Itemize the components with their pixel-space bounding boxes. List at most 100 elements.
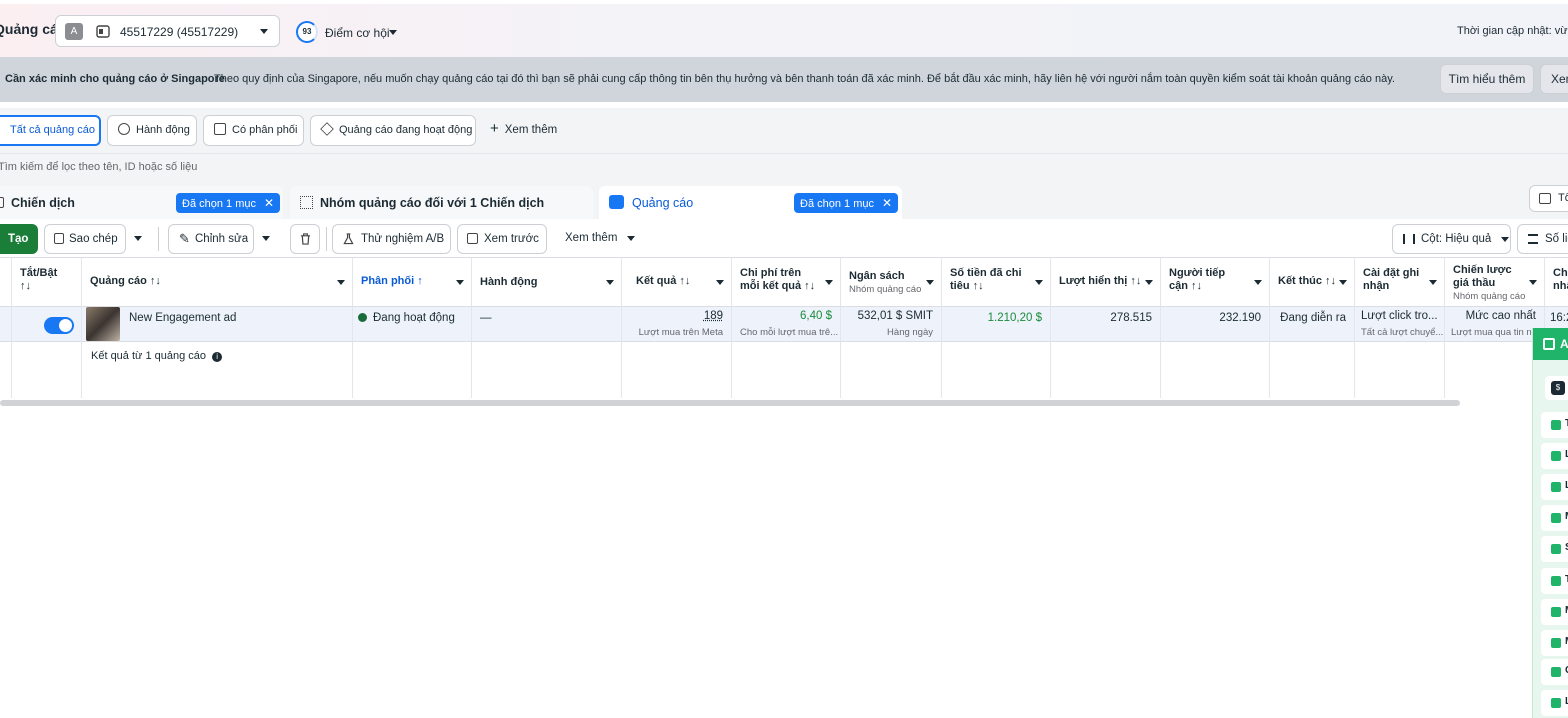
ab-test-button[interactable]: Thử nghiệm A/B — [332, 224, 451, 254]
cost-per-result-cell: 6,40 $ Cho mỗi lượt mua trê... — [732, 307, 841, 342]
preview-button[interactable]: Xem trước — [457, 224, 547, 254]
columns-button[interactable]: Cột: Hiệu quả — [1392, 224, 1511, 254]
select-all-header[interactable] — [0, 258, 12, 307]
side-panel-item[interactable]: C — [1541, 659, 1568, 685]
close-icon[interactable]: ✕ — [264, 196, 274, 210]
column-header-label: Phân phối ↑ — [361, 275, 423, 287]
chevron-down-icon[interactable] — [1429, 280, 1437, 285]
side-panel-header[interactable]: A — [1533, 328, 1568, 360]
side-panel-title: A — [1560, 337, 1568, 351]
filter-all-ads[interactable]: Tất cả quảng cáo — [0, 115, 101, 146]
column-header-budget[interactable]: Ngân sách Nhóm quảng cáo — [841, 258, 942, 307]
tab-ads[interactable]: Quảng cáo Đã chọn 1 mục ✕ — [599, 186, 902, 219]
more-actions-button[interactable]: Xem thêm — [565, 224, 635, 254]
horizontal-scrollbar[interactable] — [0, 400, 1460, 406]
column-header-ends[interactable]: Kết thúc ↑↓ — [1270, 258, 1355, 307]
column-header-reach[interactable]: Người tiếp cận ↑↓ — [1161, 258, 1270, 307]
column-header-toggle[interactable]: Tắt/Bật ↑↓ — [12, 258, 82, 307]
toggle-knob — [59, 319, 72, 332]
column-header-next[interactable]: Chi nhật — [1545, 258, 1568, 307]
side-panel-item[interactable]: S — [1541, 536, 1568, 562]
money-icon — [1551, 544, 1561, 554]
duplicate-button[interactable]: Sao chép — [44, 224, 126, 254]
overview-button[interactable]: Tổng quan — [1529, 185, 1568, 229]
ad-name[interactable]: New Engagement ad — [129, 312, 236, 324]
row-toggle-cell — [12, 307, 82, 342]
edit-label: Chỉnh sửa — [195, 233, 249, 245]
table-icon — [1539, 193, 1551, 204]
delete-button[interactable] — [290, 224, 320, 254]
filter-delivering[interactable]: Có phân phối — [203, 115, 304, 146]
column-header-cost-per-result[interactable]: Chi phí trên mỗi kết quả ↑↓ — [732, 258, 841, 307]
side-panel-currency[interactable]: $ — [1545, 376, 1568, 400]
view-button[interactable]: Xem — [1540, 64, 1568, 94]
edit-button[interactable]: ✎ Chỉnh sửa — [168, 224, 254, 254]
side-panel-item[interactable]: M — [1541, 505, 1568, 531]
ad-icon — [609, 195, 624, 209]
actions-value: — — [480, 312, 492, 324]
chevron-down-icon[interactable] — [1145, 280, 1153, 285]
column-header-results[interactable]: Kết quả ↑↓ — [622, 258, 732, 307]
chevron-down-icon[interactable] — [825, 280, 833, 285]
ends-value: Đang diễn ra — [1280, 312, 1346, 324]
side-panel-item[interactable]: L — [1541, 443, 1568, 469]
search-input[interactable]: Tìm kiếm để lọc theo tên, ID hoặc số liệ… — [0, 161, 197, 173]
filter-see-more[interactable]: + Xem thêm — [490, 115, 557, 145]
edit-dropdown[interactable] — [262, 224, 276, 254]
row-checkbox[interactable] — [0, 307, 12, 342]
column-header-ad[interactable]: Quảng cáo ↑↓ — [82, 258, 353, 307]
filter-active-ads[interactable]: Quảng cáo đang hoạt động — [310, 115, 476, 146]
filter-actions[interactable]: Hành động — [107, 115, 197, 146]
tab-campaigns[interactable]: Chiến dịch Đã chọn 1 mục ✕ — [0, 186, 283, 219]
opportunity-score-label: Điểm cơ hội — [325, 26, 390, 40]
side-panel: A $ T L L M S T M M C L — [1532, 328, 1568, 718]
chevron-down-icon[interactable] — [1339, 280, 1347, 285]
search-bar[interactable]: Tìm kiếm để lọc theo tên, ID hoặc số liệ… — [0, 153, 1568, 181]
more-actions-label: Xem thêm — [565, 232, 618, 244]
learn-more-button[interactable]: Tìm hiểu thêm — [1440, 64, 1534, 94]
tab-adsets[interactable]: Nhóm quảng cáo đối với 1 Chiến dịch — [290, 186, 593, 219]
filter-label: Hành động — [136, 124, 190, 136]
column-header-amount-spent[interactable]: Số tiền đã chi tiêu ↑↓ — [942, 258, 1051, 307]
side-panel-item[interactable]: M — [1541, 630, 1568, 656]
cost-per-result-value: 6,40 $ — [800, 310, 832, 322]
ad-status-toggle[interactable] — [44, 317, 74, 334]
tab-label: Chiến dịch — [11, 196, 75, 210]
list-icon — [1551, 638, 1561, 648]
chevron-down-icon[interactable] — [456, 280, 464, 285]
account-selector[interactable]: A 45517229 (45517229) — [55, 15, 280, 47]
chevron-down-icon[interactable] — [1254, 280, 1262, 285]
column-header-actions[interactable]: Hành động — [472, 258, 622, 307]
column-header-delivery[interactable]: Phân phối ↑ — [353, 258, 472, 307]
selected-pill[interactable]: Đã chọn 1 mục ✕ — [794, 193, 899, 213]
column-header-attribution[interactable]: Cài đặt ghi nhận — [1355, 258, 1445, 307]
chevron-down-icon[interactable] — [716, 280, 724, 285]
chevron-down-icon — [262, 236, 270, 241]
side-panel-item[interactable]: T — [1541, 568, 1568, 594]
side-panel-item[interactable]: M — [1541, 599, 1568, 625]
side-panel-item[interactable]: L — [1541, 474, 1568, 500]
breakdown-button[interactable]: Số liệu — [1517, 224, 1568, 254]
chevron-down-icon[interactable] — [1529, 280, 1537, 285]
side-panel-item[interactable]: L — [1541, 690, 1568, 716]
results-cell[interactable]: 189 Lượt mua trên Meta — [622, 307, 732, 342]
close-icon[interactable]: ✕ — [882, 196, 892, 210]
duplicate-dropdown[interactable] — [134, 224, 148, 254]
column-header-impressions[interactable]: Lượt hiển thị ↑↓ — [1051, 258, 1161, 307]
column-header-label: Chiến lược giá thầu — [1453, 264, 1512, 289]
column-header-sub: Nhóm quảng cáo — [1453, 291, 1526, 302]
selected-pill[interactable]: Đã chọn 1 mục ✕ — [176, 193, 281, 213]
column-header-bid-strategy[interactable]: Chiến lược giá thầu Nhóm quảng cáo — [1445, 258, 1545, 307]
budget-cell[interactable]: 532,01 $ SMIT Hàng ngày — [841, 307, 942, 342]
side-panel-item[interactable]: T — [1541, 412, 1568, 438]
update-time: Thời gian cập nhật: vừa xong — [1457, 25, 1568, 37]
chevron-down-icon[interactable] — [337, 280, 345, 285]
create-button[interactable]: Tạo — [0, 224, 38, 254]
chevron-down-icon[interactable] — [926, 280, 934, 285]
chevron-down-icon[interactable] — [1035, 280, 1043, 285]
ad-name-cell[interactable]: New Engagement ad — [82, 307, 353, 342]
chevron-down-icon[interactable] — [606, 280, 614, 285]
campaign-icon — [0, 197, 4, 208]
summary-cell — [841, 342, 942, 398]
bag-icon — [1551, 482, 1561, 492]
